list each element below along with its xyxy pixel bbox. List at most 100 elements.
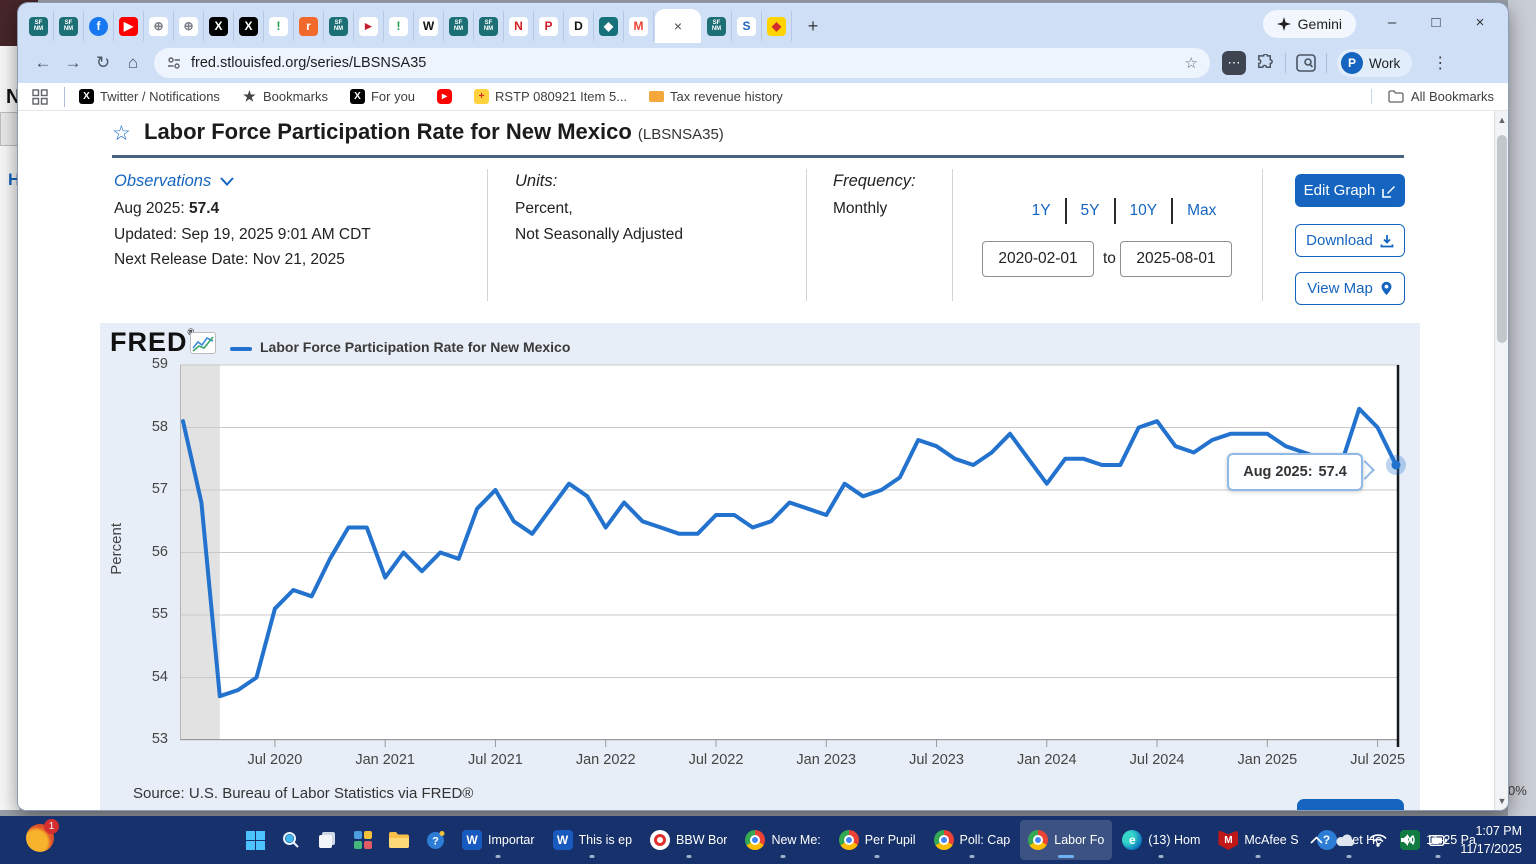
bookmarks-divider [64, 87, 65, 107]
pinned-tab-wikipedia[interactable]: W [414, 11, 444, 41]
maximize-button[interactable]: □ [1414, 14, 1458, 31]
pinned-tab-d-news[interactable]: D [564, 11, 594, 41]
legend-line-swatch [230, 347, 252, 351]
battery-icon[interactable] [1429, 835, 1447, 846]
widgets-icon[interactable] [346, 820, 380, 860]
partial-button-fragment[interactable] [1297, 799, 1404, 810]
apps-grid-icon[interactable] [32, 89, 48, 105]
notification-avatar[interactable]: 1 [26, 824, 54, 852]
bookmark-item[interactable]: ▸ [437, 89, 452, 104]
extension-icon[interactable]: ⋯ [1222, 51, 1246, 75]
pinned-tab-n-news[interactable]: N [504, 11, 534, 41]
start-date-input[interactable]: 2020-02-01 [982, 241, 1094, 277]
reload-button[interactable]: ↻ [88, 48, 118, 78]
extensions-puzzle-icon[interactable] [1256, 54, 1275, 73]
pinned-tab-exclaim[interactable]: ! [384, 11, 414, 41]
pinned-tab-r[interactable]: r [294, 11, 324, 41]
speaker-icon[interactable] [1400, 833, 1416, 847]
lfpr-line-chart[interactable] [180, 365, 1399, 747]
toolbar-extensions: ⋯ P Work ⋮ [1222, 49, 1448, 77]
running-indicator [781, 855, 786, 858]
taskbar-app-mcafee-s[interactable]: MMcAfee S [1210, 820, 1306, 860]
taskbar-app-labor-fo[interactable]: Labor Fo [1020, 820, 1112, 860]
tab-close-icon[interactable]: × [674, 18, 682, 34]
pinned-tab-sfnm[interactable]: SF NM [702, 11, 732, 41]
back-button[interactable]: ← [28, 48, 58, 78]
pinned-tab-bird[interactable]: ► [354, 11, 384, 41]
minimize-button[interactable]: – [1370, 14, 1414, 31]
forward-button[interactable]: → [58, 48, 88, 78]
taskbar-app-per-pupil[interactable]: Per Pupil [831, 820, 924, 860]
search-icon[interactable] [274, 820, 308, 860]
taskbar-app-this-is-ep[interactable]: WThis is ep [545, 820, 641, 860]
range-preset-10y[interactable]: 10Y [1116, 202, 1172, 220]
bookmark-star-icon[interactable]: ☆ [1185, 54, 1198, 72]
range-preset-5y[interactable]: 5Y [1067, 202, 1114, 220]
scrollbar-thumb[interactable] [1497, 135, 1507, 343]
pinned-tab-youtube[interactable]: ▶ [114, 11, 144, 41]
wifi-icon[interactable] [1369, 834, 1387, 847]
file-explorer-icon[interactable] [382, 820, 416, 860]
page-scrollbar[interactable]: ▲ ▼ [1494, 111, 1508, 810]
scroll-up-arrow[interactable]: ▲ [1495, 115, 1508, 125]
download-button[interactable]: Download [1295, 224, 1405, 257]
view-map-button[interactable]: View Map [1295, 272, 1405, 305]
pinned-tab-exclaim[interactable]: ! [264, 11, 294, 41]
bookmark-item[interactable]: +RSTP 080921 Item 5... [474, 89, 627, 104]
all-bookmarks-button[interactable]: All Bookmarks [1371, 89, 1494, 104]
tray-chevron-icon[interactable] [1310, 836, 1323, 844]
pinned-tab-p-news[interactable]: P [534, 11, 564, 41]
clock[interactable]: 1:07 PM 11/17/2025 [1460, 822, 1522, 858]
range-preset-max[interactable]: Max [1173, 202, 1230, 220]
pinned-tab-sfnm[interactable]: SF NM [474, 11, 504, 41]
pinned-tab-globe[interactable]: ⊕ [144, 11, 174, 41]
start-button[interactable] [238, 820, 272, 860]
gemini-button[interactable]: Gemini [1263, 10, 1356, 38]
pinned-tab-sfnm[interactable]: SF NM [444, 11, 474, 41]
pinned-tab-gmail[interactable]: M [624, 11, 654, 41]
taskbar-app-importar[interactable]: WImportar [454, 820, 543, 860]
observations-dropdown[interactable]: Observations [114, 172, 234, 191]
pinned-tab-sfnm[interactable]: SF NM [24, 11, 54, 41]
active-tab[interactable]: × [655, 9, 701, 43]
help-icon[interactable]: ? [418, 820, 452, 860]
bookmark-item[interactable]: ★Bookmarks [242, 89, 328, 104]
pinned-tab-x[interactable]: X [204, 11, 234, 41]
profile-button[interactable]: P Work [1337, 49, 1412, 77]
side-search-icon[interactable] [1296, 54, 1316, 72]
address-bar[interactable]: fred.stlouisfed.org/series/LBSNSA35 ☆ [154, 48, 1210, 78]
browser-toolbar: ← → ↻ ⌂ fred.stlouisfed.org/series/LBSNS… [18, 43, 1508, 83]
scroll-down-arrow[interactable]: ▼ [1495, 796, 1508, 806]
edit-graph-button[interactable]: Edit Graph [1295, 174, 1405, 207]
pinned-tab-teal-app[interactable]: ◆ [594, 11, 624, 41]
globe-favicon: ⊕ [149, 17, 168, 36]
new-tab-button[interactable]: + [800, 13, 826, 39]
pinned-tab-globe[interactable]: ⊕ [174, 11, 204, 41]
browser-menu-icon[interactable]: ⋮ [1432, 53, 1448, 73]
pinned-tab-sfnm[interactable]: SF NM [324, 11, 354, 41]
updated-timestamp: Updated: Sep 19, 2025 9:01 AM CDT [114, 226, 371, 244]
bookmark-item[interactable]: Tax revenue history [649, 89, 783, 104]
home-button[interactable]: ⌂ [118, 48, 148, 78]
close-button[interactable]: × [1458, 14, 1502, 31]
range-preset-1y[interactable]: 1Y [1018, 202, 1065, 220]
site-info-icon[interactable] [166, 55, 182, 71]
taskbar-app-poll-cap[interactable]: Poll: Cap [926, 820, 1019, 860]
pinned-tab-x[interactable]: X [234, 11, 264, 41]
favorite-star-icon[interactable]: ☆ [112, 121, 131, 146]
pinned-tab-blue-app[interactable]: S [732, 11, 762, 41]
bookmark-item[interactable]: XTwitter / Notifications [79, 89, 220, 104]
taskbar-app-bbw-bor[interactable]: BBW Bor [642, 820, 735, 860]
bookmark-item[interactable]: XFor you [350, 89, 415, 104]
pinned-tab-zia[interactable]: ◆ [762, 11, 792, 41]
next-release-link[interactable]: Next Release Date: Nov 21, 2025 [114, 251, 345, 269]
chart-plot-area[interactable] [180, 365, 1399, 747]
pinned-tab-sfnm[interactable]: SF NM [54, 11, 84, 41]
end-date-input[interactable]: 2025-08-01 [1120, 241, 1232, 277]
taskbar-app-new-me-[interactable]: New Me: [737, 820, 828, 860]
onedrive-cloud-icon[interactable] [1336, 834, 1356, 847]
task-view-icon[interactable] [310, 820, 344, 860]
url-text[interactable]: fred.stlouisfed.org/series/LBSNSA35 [191, 55, 1176, 71]
taskbar-app--13-hom[interactable]: e(13) Hom [1114, 820, 1208, 860]
pinned-tab-facebook[interactable]: f [84, 11, 114, 41]
